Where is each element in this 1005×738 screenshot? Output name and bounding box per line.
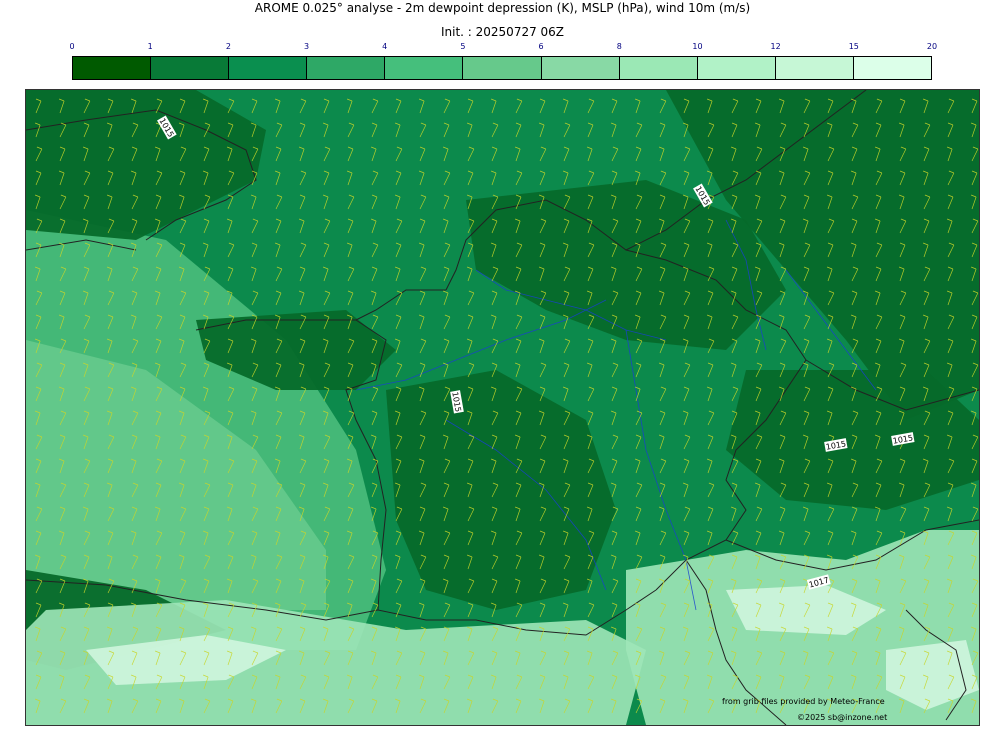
- colorbar-segment: [151, 57, 230, 79]
- colorbar-tick-label: 0: [69, 42, 75, 51]
- colorbar-tick-label: 15: [848, 42, 859, 51]
- colorbar-tick-label: 20: [926, 42, 938, 51]
- colorbar-segment: [307, 57, 386, 79]
- init-time-label: Init. : 20250727 06Z: [440, 25, 565, 39]
- colorbar-segment: [619, 57, 698, 79]
- colorbar-tick-label: 12: [770, 42, 781, 51]
- colorbar-tick-label: 1: [147, 42, 153, 51]
- colorbar-segment: [775, 57, 854, 79]
- colorbar-tick-label: 2: [225, 42, 231, 51]
- colorbar-segment: [697, 57, 776, 79]
- dewpoint-depression-fill: [26, 90, 979, 725]
- chart-title: AROME 0.025° analyse - 2m dewpoint depre…: [254, 1, 751, 15]
- copyright-credit: ©2025 sb@inzone.net: [797, 713, 888, 722]
- colorbar-segment: [463, 57, 542, 79]
- weather-map: 1015101510151015 10151017: [26, 90, 979, 725]
- colorbar-tick-label: 10: [692, 42, 703, 51]
- data-provider-credit: from grib files provided by Meteo-France: [722, 697, 885, 706]
- colorbar-segment: [385, 57, 464, 79]
- colorbar: [72, 56, 932, 80]
- colorbar-tick-label: 5: [460, 42, 466, 51]
- map-frame: 1015 1015 1015 1015 1015 1017: [25, 89, 980, 726]
- colorbar-tick-label: 3: [303, 42, 310, 51]
- colorbar-tick-label: 6: [538, 42, 544, 51]
- colorbar-segment: [73, 57, 152, 79]
- colorbar-tick-label: 4: [382, 42, 388, 51]
- colorbar-tick-label: 8: [616, 42, 622, 51]
- colorbar-segment: [229, 57, 308, 79]
- colorbar-segment: [853, 57, 932, 79]
- colorbar-segment: [541, 57, 620, 79]
